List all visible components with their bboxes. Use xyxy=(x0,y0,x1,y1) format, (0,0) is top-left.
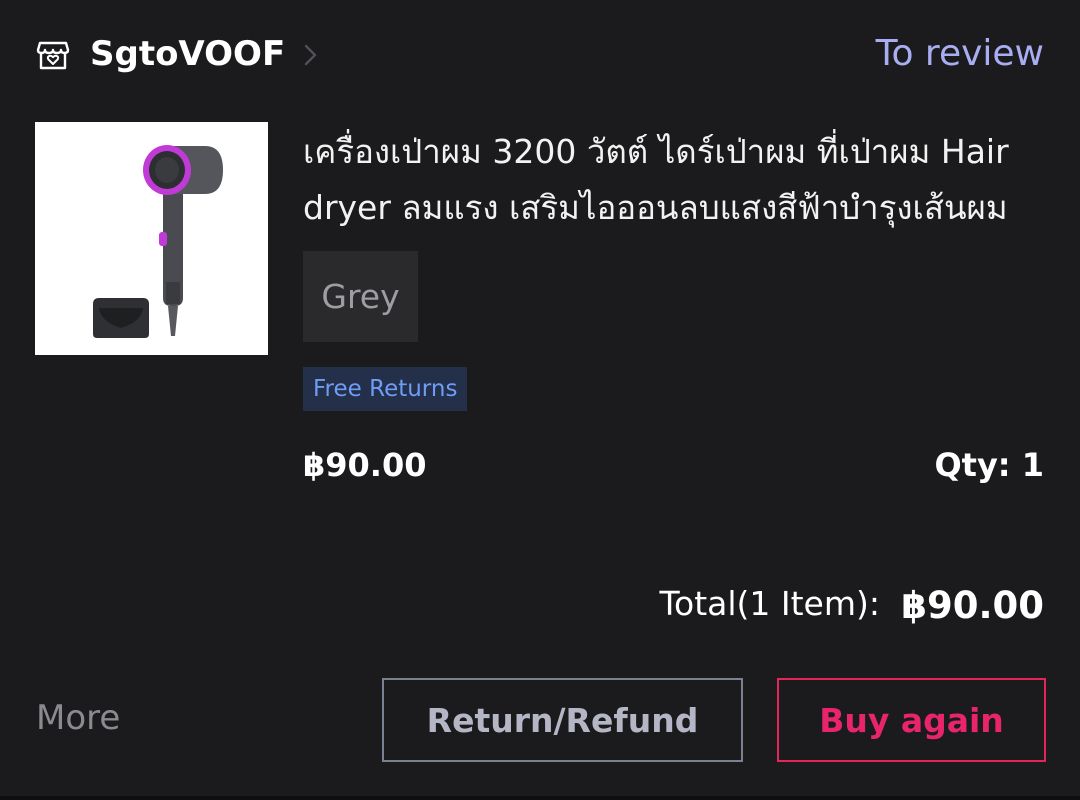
chevron-right-icon[interactable] xyxy=(298,42,322,68)
card-divider xyxy=(0,796,1080,800)
product-variant: Grey xyxy=(303,251,418,342)
return-refund-button[interactable]: Return/Refund xyxy=(382,678,743,762)
order-card: SgtoVOOF To review เครื่องเป่าผม 3200 วั… xyxy=(0,0,1080,796)
free-returns-badge: Free Returns xyxy=(303,367,468,411)
order-status[interactable]: To review xyxy=(876,30,1044,78)
product-price: ฿90.00 xyxy=(303,446,427,484)
shop-icon xyxy=(36,41,70,70)
total-value: ฿90.00 xyxy=(901,584,1044,627)
total-label: Total(1 Item): xyxy=(659,584,880,623)
hair-dryer-image xyxy=(35,122,268,355)
product-title[interactable]: เครื่องเป่าผม 3200 วัตต์ ไดร์เป่าผม ที่เ… xyxy=(303,124,1043,236)
product-quantity: Qty: 1 xyxy=(934,446,1044,484)
shop-name[interactable]: SgtoVOOF xyxy=(90,30,285,78)
buy-again-button[interactable]: Buy again xyxy=(777,678,1046,762)
more-button[interactable]: More xyxy=(36,694,120,742)
product-image[interactable] xyxy=(35,122,268,355)
